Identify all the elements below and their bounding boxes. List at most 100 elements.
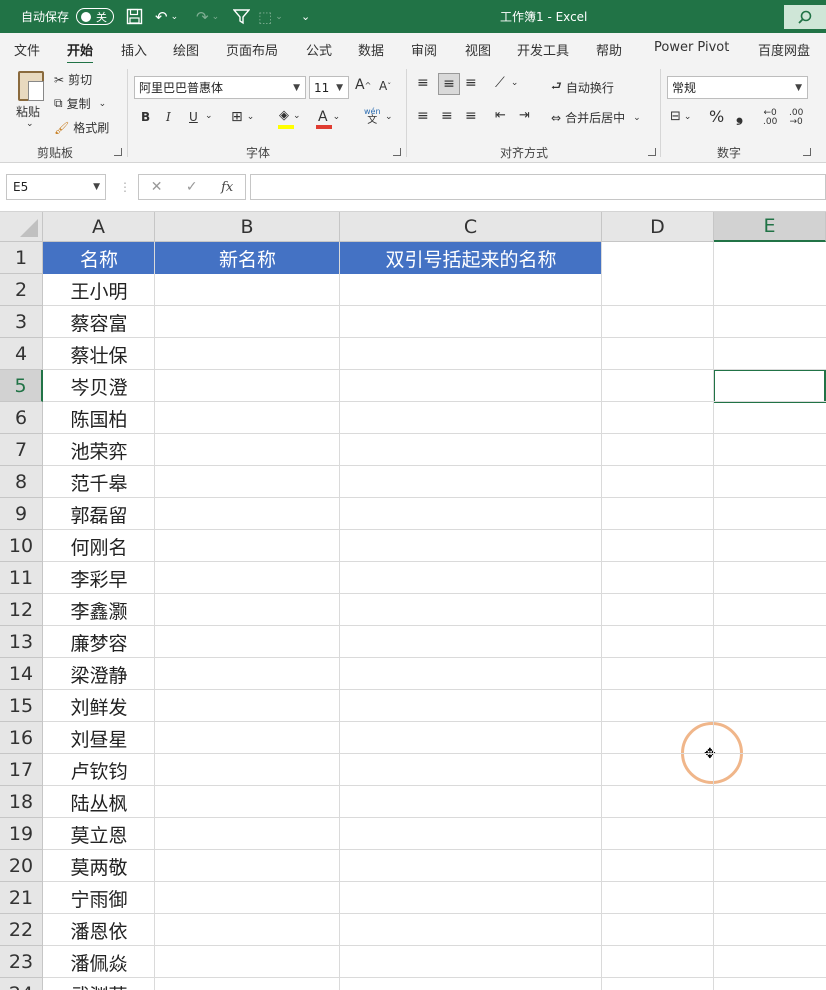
name-box[interactable]: E5 ▼ (6, 174, 106, 200)
name-cell[interactable]: 李彩早 (43, 562, 155, 594)
name-cell[interactable]: 陈国柏 (43, 402, 155, 434)
name-cell[interactable]: 莫两敬 (43, 850, 155, 882)
tab-view[interactable]: 视图 (465, 40, 491, 59)
row-header-1[interactable]: 1 (0, 242, 43, 274)
name-cell[interactable]: 梁澄静 (43, 658, 155, 690)
row-header-19[interactable]: 19 (0, 818, 43, 850)
tab-home[interactable]: 开始 (67, 40, 94, 65)
row-header-21[interactable]: 21 (0, 882, 43, 914)
tab-formulas[interactable]: 公式 (306, 40, 332, 59)
name-cell[interactable]: 范千皋 (43, 466, 155, 498)
bold-button[interactable]: B (141, 110, 150, 124)
name-cell[interactable]: 刘昼星 (43, 722, 155, 754)
row-header-12[interactable]: 12 (0, 594, 43, 626)
row-header-3[interactable]: 3 (0, 306, 43, 338)
alignment-launcher-icon[interactable] (648, 148, 656, 156)
align-right-icon[interactable]: ≡ (465, 108, 477, 124)
align-bottom-icon[interactable]: ≡ (465, 75, 477, 91)
decrease-decimal-icon[interactable]: .00 →0 (789, 109, 803, 127)
formula-input[interactable] (250, 174, 826, 200)
decrease-indent-icon[interactable]: ⇤ (495, 108, 506, 123)
copy-button[interactable]: ⧉ 复制 ⌄ (54, 95, 106, 112)
underline-dropdown-icon[interactable]: ⌄ (205, 111, 213, 121)
italic-button[interactable]: I (166, 110, 171, 124)
name-cell[interactable]: 潘佩焱 (43, 946, 155, 978)
font-name-select[interactable]: 阿里巴巴普惠体 ▼ (134, 76, 306, 99)
name-cell[interactable]: 刘鲜发 (43, 690, 155, 722)
tab-data[interactable]: 数据 (358, 40, 384, 59)
name-cell[interactable]: 宁雨御 (43, 882, 155, 914)
decrease-font-size-button[interactable]: Aˇ (379, 79, 391, 93)
align-left-icon[interactable]: ≡ (417, 108, 429, 124)
row-header-14[interactable]: 14 (0, 658, 43, 690)
select-all-button[interactable] (0, 212, 43, 242)
header-cell-quoted-name[interactable]: 双引号括起来的名称 (340, 242, 602, 274)
fill-color-icon[interactable]: ◈ ⌄ (279, 108, 301, 123)
font-color-icon[interactable]: A ⌄ (318, 109, 340, 125)
cancel-icon[interactable]: ✕ (151, 179, 163, 195)
row-header-6[interactable]: 6 (0, 402, 43, 434)
row-header-16[interactable]: 16 (0, 722, 43, 754)
name-cell[interactable]: 蔡容富 (43, 306, 155, 338)
name-cell[interactable]: 卢钦钧 (43, 754, 155, 786)
increase-font-size-button[interactable]: A ^ (355, 77, 371, 93)
percent-style-button[interactable]: % (709, 107, 724, 126)
row-header-8[interactable]: 8 (0, 466, 43, 498)
name-cell[interactable]: 李鑫灏 (43, 594, 155, 626)
column-header-a[interactable]: A (43, 212, 155, 242)
font-size-select[interactable]: 11 ▼ (309, 76, 349, 99)
increase-indent-icon[interactable]: ⇥ (519, 108, 530, 123)
header-cell-name[interactable]: 名称 (43, 242, 155, 274)
number-format-select[interactable]: 常规 ▼ (667, 76, 808, 99)
row-header-15[interactable]: 15 (0, 690, 43, 722)
orientation-icon[interactable]: ⟋ ⌄ (495, 75, 518, 91)
filter-icon[interactable] (233, 0, 250, 33)
name-cell[interactable]: 武渊蓝 (43, 978, 155, 990)
save-icon[interactable] (126, 0, 143, 33)
name-cell[interactable]: 岑贝澄 (43, 370, 155, 402)
tab-power-pivot[interactable]: Power Pivot (654, 40, 729, 55)
clipboard-launcher-icon[interactable] (114, 148, 122, 156)
accounting-format-icon[interactable]: ⊟ ⌄ (670, 109, 691, 124)
paste-dropdown-icon[interactable]: ⌄ (26, 119, 34, 129)
underline-button[interactable]: U (189, 110, 198, 124)
increase-decimal-icon[interactable]: ←0.00 (763, 109, 777, 127)
name-cell[interactable]: 何刚名 (43, 530, 155, 562)
tab-review[interactable]: 审阅 (411, 40, 437, 59)
row-header-20[interactable]: 20 (0, 850, 43, 882)
align-middle-icon[interactable]: ≡ (438, 73, 460, 95)
tab-draw[interactable]: 绘图 (173, 40, 199, 59)
tab-page-layout[interactable]: 页面布局 (226, 40, 278, 59)
name-cell[interactable]: 池荣弈 (43, 434, 155, 466)
row-header-13[interactable]: 13 (0, 626, 43, 658)
font-launcher-icon[interactable] (393, 148, 401, 156)
tab-insert[interactable]: 插入 (121, 40, 147, 59)
name-cell[interactable]: 蔡壮保 (43, 338, 155, 370)
number-launcher-icon[interactable] (803, 148, 811, 156)
phonetic-dropdown-icon[interactable]: ⌄ (385, 112, 393, 122)
name-cell[interactable]: 王小明 (43, 274, 155, 306)
row-header-24[interactable]: 24 (0, 978, 43, 990)
worksheet-grid[interactable]: ✥ A B C D E 1 2 王小明 3 蔡容富 4 蔡壮保 5 岑贝澄 6 陈国柏 7 池荣弈 8 范千皋 9 郭磊留… (0, 212, 826, 990)
name-cell[interactable]: 郭磊留 (43, 498, 155, 530)
insert-function-button[interactable]: fx (221, 180, 233, 195)
redo-icon[interactable]: ↷ ⌄ (196, 0, 219, 33)
shapes-icon[interactable]: ⬚ ⌄ (258, 0, 283, 33)
row-header-11[interactable]: 11 (0, 562, 43, 594)
confirm-icon[interactable]: ✓ (186, 179, 198, 195)
align-top-icon[interactable]: ≡ (417, 75, 429, 91)
search-icon[interactable] (784, 5, 826, 29)
row-header-23[interactable]: 23 (0, 946, 43, 978)
tab-file[interactable]: 文件 (14, 40, 40, 59)
row-header-10[interactable]: 10 (0, 530, 43, 562)
cut-button[interactable]: ✂ 剪切 (54, 71, 92, 88)
autosave-toggle[interactable]: 关 (76, 8, 114, 25)
column-header-b[interactable]: B (155, 212, 340, 242)
comma-style-button[interactable]: ❟ (736, 105, 743, 126)
column-header-d[interactable]: D (602, 212, 714, 242)
name-cell[interactable]: 陆丛枫 (43, 786, 155, 818)
tab-developer[interactable]: 开发工具 (517, 40, 569, 59)
row-header-18[interactable]: 18 (0, 786, 43, 818)
borders-icon[interactable]: ⊞ ⌄ (231, 109, 254, 125)
tab-help[interactable]: 帮助 (596, 40, 622, 59)
